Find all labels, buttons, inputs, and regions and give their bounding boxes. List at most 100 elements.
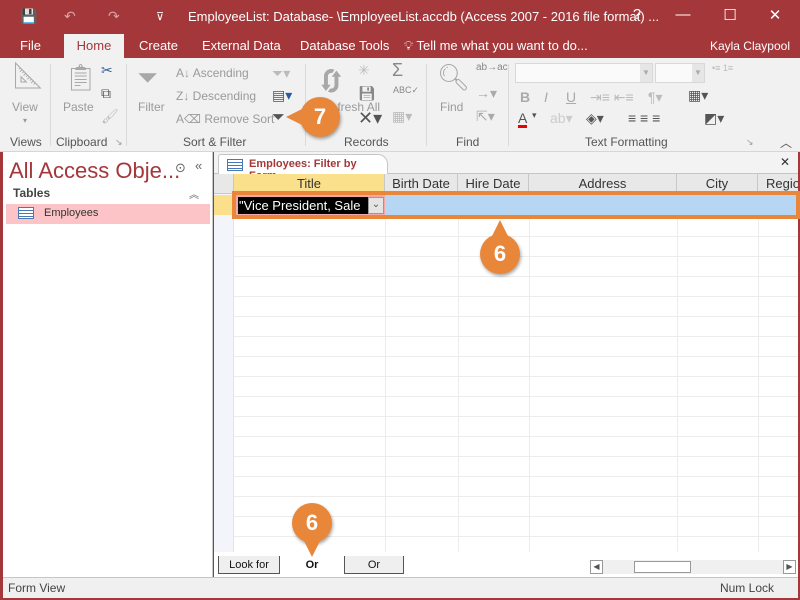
nav-item-label: Employees bbox=[44, 207, 99, 219]
group-label-views: Views bbox=[10, 135, 42, 149]
spelling-icon[interactable]: ABC✓ bbox=[393, 85, 419, 96]
font-name-combo[interactable]: ▼ bbox=[515, 63, 653, 83]
tab-home[interactable]: Home bbox=[64, 34, 124, 58]
scroll-right-icon[interactable]: ▶ bbox=[783, 560, 796, 574]
close-button[interactable]: ✕ bbox=[760, 6, 790, 24]
text-formatting-launcher-icon[interactable]: ↘ bbox=[746, 137, 754, 148]
gridline bbox=[234, 476, 798, 477]
tab-file[interactable]: File bbox=[10, 34, 51, 58]
cut-icon[interactable]: ✂ bbox=[101, 62, 113, 79]
underline-button[interactable]: U bbox=[566, 89, 576, 105]
format-painter-icon[interactable]: 🖌︎ bbox=[101, 108, 119, 125]
callout-number: 7 bbox=[313, 104, 327, 129]
gridline bbox=[234, 296, 798, 297]
gridline bbox=[234, 336, 798, 337]
find-magnifier-icon[interactable]: 🔍︎ bbox=[437, 62, 470, 93]
gridline bbox=[234, 496, 798, 497]
scrollbar-thumb[interactable] bbox=[634, 561, 691, 573]
alternate-row-color-icon[interactable]: ◩▾ bbox=[704, 110, 724, 127]
totals-icon[interactable]: Σ bbox=[392, 60, 403, 81]
maximize-button[interactable]: ☐ bbox=[715, 6, 745, 24]
help-button[interactable]: ? bbox=[622, 6, 652, 23]
tab-or[interactable]: Or bbox=[344, 556, 404, 574]
view-button[interactable]: View bbox=[12, 100, 38, 114]
close-document-icon[interactable]: ✕ bbox=[780, 155, 790, 169]
gridline bbox=[234, 356, 798, 357]
tell-me-label: Tell me what you want to do... bbox=[416, 38, 588, 53]
collapse-ribbon-icon[interactable]: ︿ bbox=[780, 134, 792, 151]
group-label-text-formatting: Text Formatting bbox=[585, 135, 668, 149]
find-button[interactable]: Find bbox=[440, 100, 463, 114]
go-to-icon[interactable]: →▾ bbox=[476, 85, 497, 102]
filter-button[interactable]: Filter bbox=[138, 100, 165, 114]
ascending-button[interactable]: A↓ Ascending bbox=[176, 66, 249, 80]
nav-pane-title[interactable]: All Access Obje... bbox=[9, 158, 180, 184]
tab-look-for[interactable]: Look for bbox=[218, 556, 280, 574]
horizontal-scrollbar[interactable]: ◀ ▶ bbox=[590, 560, 796, 574]
select-icon[interactable]: ⇱▾ bbox=[476, 108, 495, 125]
bold-button[interactable]: B bbox=[520, 89, 530, 105]
select-all-corner[interactable] bbox=[214, 174, 234, 194]
paragraph-direction-icon[interactable]: ¶▾ bbox=[648, 89, 663, 106]
gridlines-icon[interactable]: ▦▾ bbox=[688, 87, 708, 104]
nav-item-employees[interactable]: Employees bbox=[6, 204, 210, 224]
callout-pointer bbox=[286, 109, 302, 125]
tab-database-tools[interactable]: Database Tools bbox=[290, 34, 399, 58]
remove-sort-label: Remove Sort bbox=[204, 112, 275, 126]
gridline bbox=[234, 436, 798, 437]
advanced-filter-icon[interactable]: ▤▾ bbox=[272, 87, 292, 104]
collapse-pane-icon[interactable]: « bbox=[195, 158, 202, 173]
scroll-left-icon[interactable]: ◀ bbox=[590, 560, 603, 574]
tab-or-active[interactable]: Or bbox=[284, 556, 340, 574]
clipboard-launcher-icon[interactable]: ↘ bbox=[115, 137, 123, 148]
tab-external-data[interactable]: External Data bbox=[192, 34, 291, 58]
bullets-icon[interactable]: •≡ 1≡ bbox=[712, 63, 733, 73]
filter-funnel-icon[interactable]: ⏷ bbox=[137, 62, 158, 94]
group-label-find: Find bbox=[456, 135, 480, 149]
paste-icon[interactable]: 📋︎ bbox=[64, 62, 97, 93]
user-name[interactable]: Kayla Claypool bbox=[710, 34, 790, 58]
group-label-records: Records bbox=[344, 135, 389, 149]
nav-section-tables[interactable]: Tables bbox=[13, 186, 50, 200]
view-dropdown-icon[interactable]: ▾ bbox=[23, 116, 27, 125]
delete-record-icon[interactable]: ✕▾ bbox=[358, 108, 382, 129]
chevron-down-icon: ▼ bbox=[692, 64, 704, 82]
italic-button[interactable]: I bbox=[544, 89, 548, 105]
selection-filter-icon[interactable]: ⏷▾ bbox=[272, 65, 290, 82]
table-icon bbox=[18, 207, 34, 219]
font-size-combo[interactable]: ▼ bbox=[655, 63, 705, 83]
toggle-filter-icon[interactable]: ⏷ bbox=[272, 109, 285, 127]
replace-icon[interactable]: ab→ac bbox=[476, 62, 508, 73]
collapse-section-icon[interactable]: ︽ bbox=[189, 186, 199, 201]
undo-icon[interactable]: ↶ bbox=[64, 8, 76, 25]
font-color-icon[interactable]: A bbox=[518, 111, 528, 128]
highlight-color-icon[interactable]: ab▾ bbox=[550, 110, 573, 127]
sort-ascending-icon: A↓ bbox=[176, 66, 193, 80]
tell-me-search[interactable]: 💡︎ Tell me what you want to do... bbox=[404, 34, 588, 58]
copy-icon[interactable]: ⧉ bbox=[101, 85, 111, 102]
view-icon[interactable]: 📐︎ bbox=[12, 60, 45, 91]
paste-button[interactable]: Paste bbox=[63, 100, 94, 114]
descending-button[interactable]: Z↓ Descending bbox=[176, 89, 256, 103]
window-title: EmployeeList: Database- \EmployeeList.ac… bbox=[188, 9, 660, 24]
save-icon[interactable]: 💾 bbox=[20, 8, 37, 25]
document-tab[interactable]: Employees: Filter by Form bbox=[218, 154, 388, 182]
refresh-all-icon[interactable]: 🔄︎ bbox=[318, 62, 344, 100]
tab-create[interactable]: Create bbox=[129, 34, 188, 58]
callout-step-6-row: 6 bbox=[480, 220, 520, 274]
gridline bbox=[458, 215, 459, 552]
save-record-icon[interactable]: 💾︎ bbox=[358, 85, 376, 102]
new-record-icon[interactable]: ✳ bbox=[358, 62, 370, 79]
fill-color-icon[interactable]: ◈▾ bbox=[586, 110, 604, 127]
chevron-down-icon[interactable]: ▾ bbox=[532, 110, 537, 121]
align-icons[interactable]: ≡ ≡ ≡ bbox=[628, 110, 660, 126]
indent-icons[interactable]: ⇥≡ ⇤≡ bbox=[590, 89, 634, 106]
callout-pointer bbox=[304, 541, 320, 557]
nav-menu-dropdown-icon[interactable]: ⊙ bbox=[175, 160, 186, 176]
more-records-icon[interactable]: ▦▾ bbox=[392, 108, 412, 125]
remove-sort-button[interactable]: A⌫ Remove Sort bbox=[176, 112, 274, 126]
redo-icon[interactable]: ↷ bbox=[108, 8, 120, 25]
customize-quick-access-icon[interactable]: ⊽ bbox=[156, 10, 164, 23]
criteria-row-selector[interactable] bbox=[214, 195, 234, 215]
minimize-button[interactable]: — bbox=[668, 6, 698, 23]
